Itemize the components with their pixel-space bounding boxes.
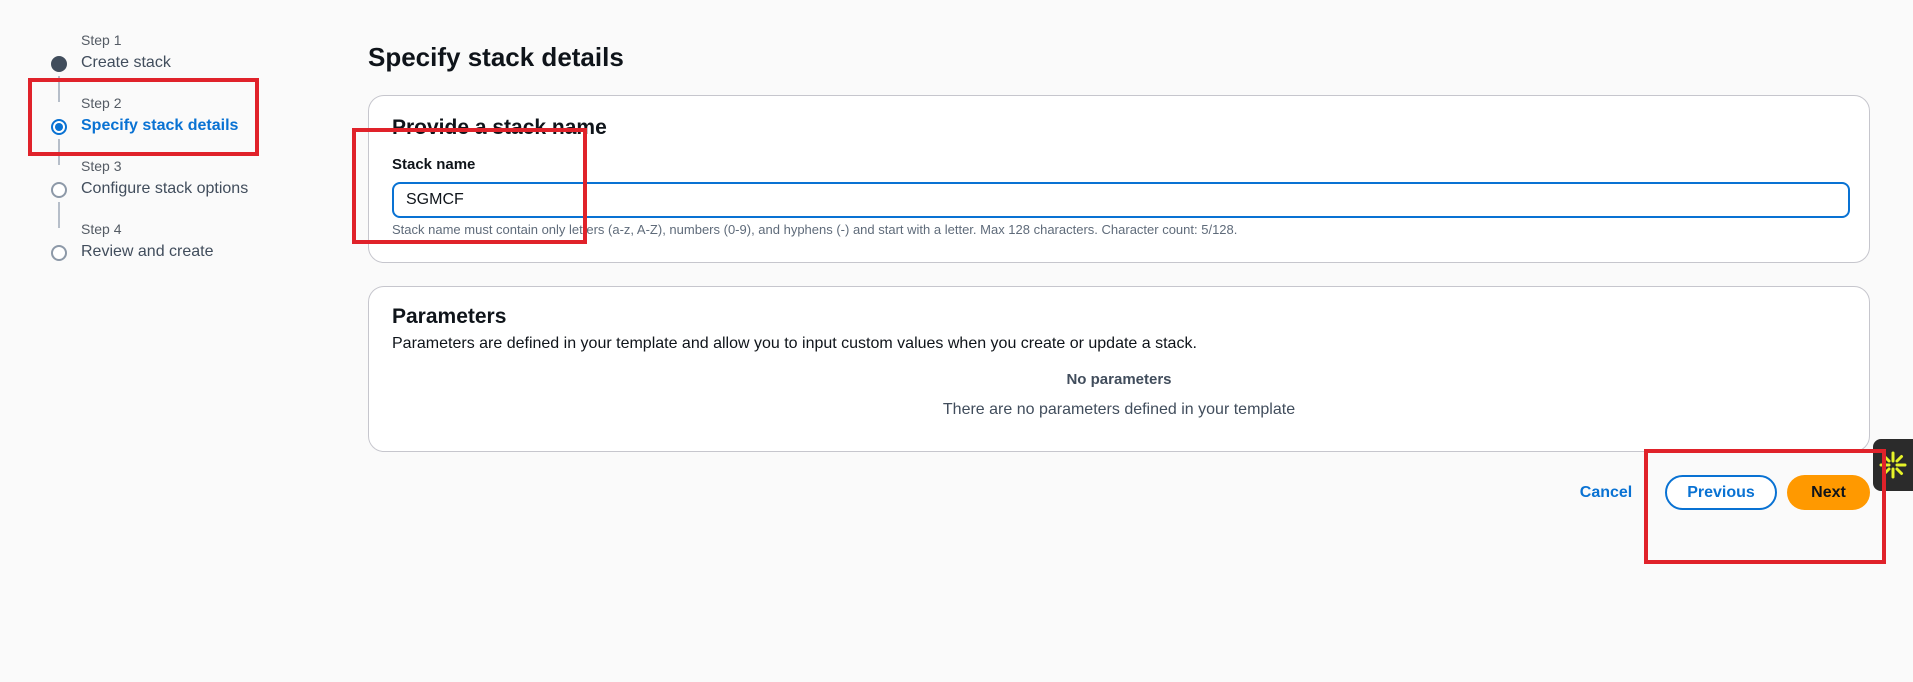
wizard-stepper: Step 1 Create stack Step 2 Specify stack…	[29, 30, 269, 282]
step-number: Step 2	[81, 95, 122, 111]
cancel-button[interactable]: Cancel	[1570, 475, 1642, 510]
step-label: Configure stack options	[81, 180, 249, 197]
step-number: Step 4	[81, 221, 122, 237]
stack-name-label: Stack name	[392, 156, 476, 173]
empty-state-description: There are no parameters defined in your …	[942, 401, 1296, 418]
step-configure-stack-options[interactable]: Step 3 Configure stack options	[29, 156, 269, 228]
section-title: Provide a stack name	[392, 116, 607, 139]
parameters-card: Parameters Parameters are defined in you…	[368, 286, 1870, 452]
stack-name-card: Provide a stack name Stack name Stack na…	[368, 95, 1870, 263]
step-specify-stack-details[interactable]: Step 2 Specify stack details	[29, 93, 269, 165]
parameters-description: Parameters are defined in your template …	[392, 335, 1197, 352]
step-pending-icon	[51, 182, 67, 198]
empty-state-title: No parameters	[1066, 371, 1172, 388]
next-button[interactable]: Next	[1787, 475, 1870, 510]
stack-name-input[interactable]	[392, 182, 1850, 218]
step-complete-icon	[51, 56, 67, 72]
side-widget[interactable]	[1873, 439, 1913, 491]
sparkle-icon	[1879, 451, 1907, 479]
stack-name-constraint: Stack name must contain only letters (a-…	[392, 222, 1238, 237]
page-title: Specify stack details	[368, 42, 624, 72]
step-label: Review and create	[81, 243, 214, 260]
step-label: Create stack	[81, 54, 171, 71]
section-title: Parameters	[392, 305, 507, 328]
step-create-stack[interactable]: Step 1 Create stack	[29, 30, 269, 102]
step-current-icon	[51, 119, 67, 135]
step-number: Step 1	[81, 32, 122, 48]
step-number: Step 3	[81, 158, 122, 174]
step-pending-icon	[51, 245, 67, 261]
previous-button[interactable]: Previous	[1665, 475, 1777, 510]
step-review-and-create[interactable]: Step 4 Review and create	[29, 219, 269, 282]
step-label: Specify stack details	[81, 117, 239, 134]
